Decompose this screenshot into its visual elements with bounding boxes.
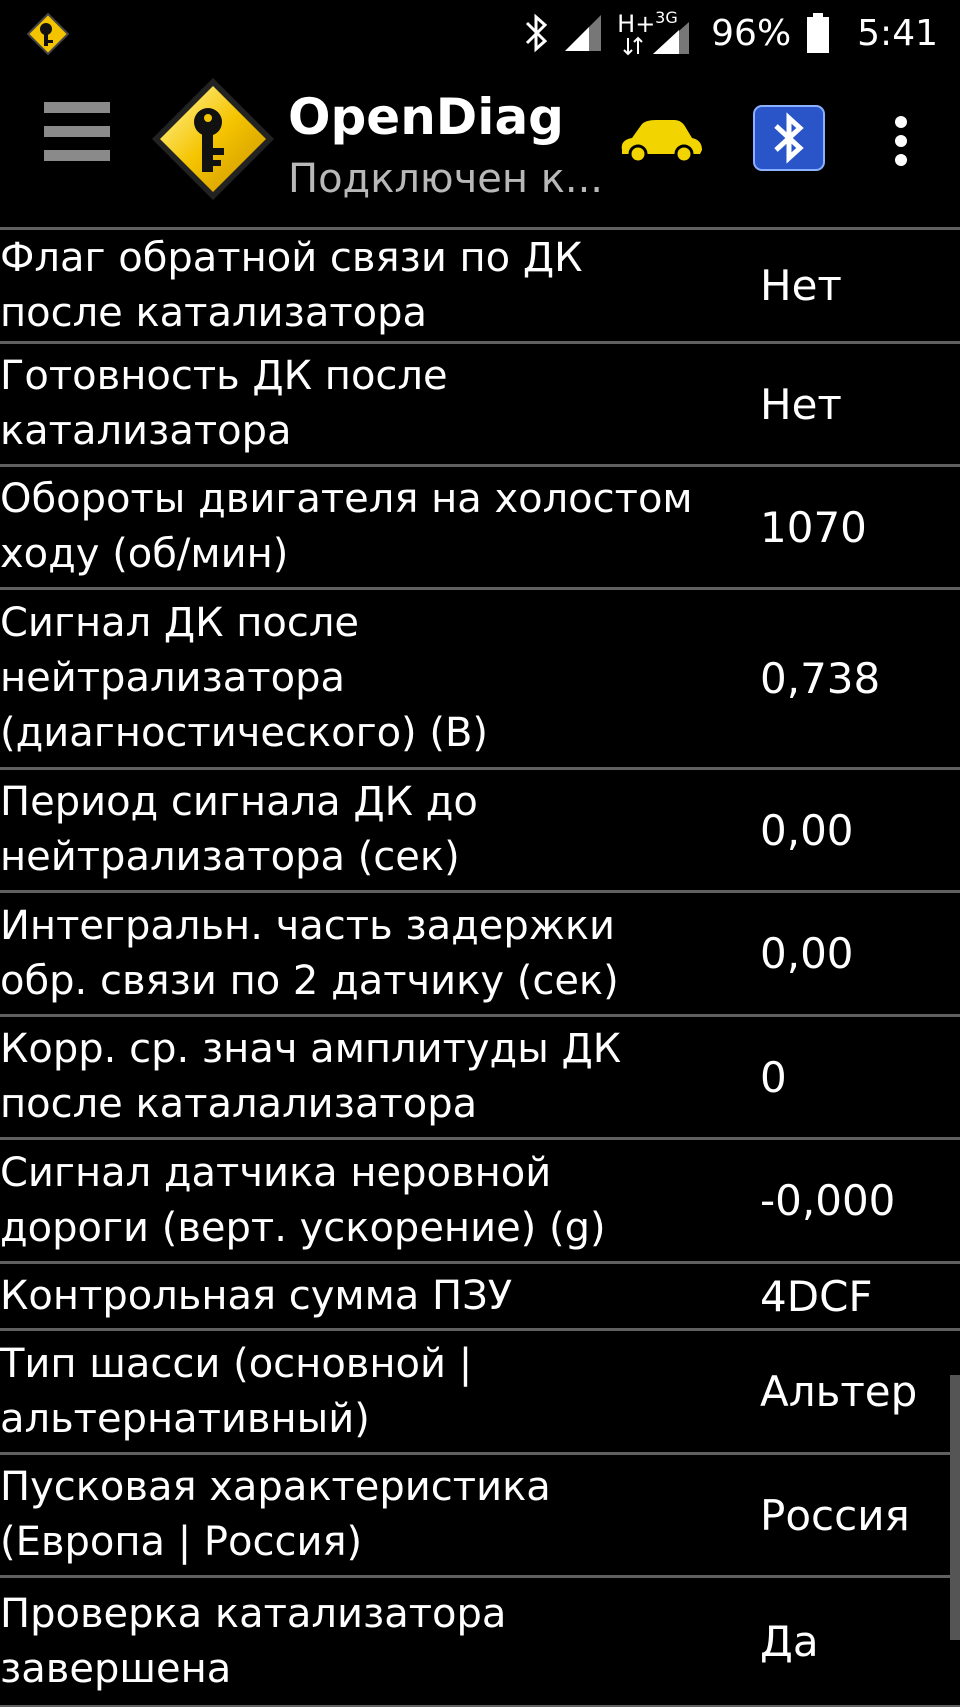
parameter-list[interactable]: Флаг обратной связи по ДК после катализа… xyxy=(0,224,960,1707)
bluetooth-icon xyxy=(526,13,548,53)
menu-icon[interactable] xyxy=(44,102,110,172)
connection-subtitle: Подключен к... xyxy=(288,156,604,202)
parameter-label: Сигнал датчика неровной дороги (верт. ус… xyxy=(0,1149,606,1251)
parameter-value: 1070 xyxy=(760,502,867,552)
parameter-label: Готовность ДК после катализатора xyxy=(0,353,448,454)
parameter-value: 0 xyxy=(760,1052,787,1102)
battery-icon xyxy=(807,13,830,53)
parameter-value: Россия xyxy=(760,1490,910,1540)
parameter-label: Период сигнала ДК до нейтрализатора (сек… xyxy=(0,779,478,880)
clock: 5:41 xyxy=(857,12,938,54)
mobile-data-indicator: H+ 3G xyxy=(617,8,697,58)
parameter-value: 0,00 xyxy=(760,805,854,855)
signal-icon-2 xyxy=(653,22,690,54)
parameter-value: Да xyxy=(760,1617,819,1666)
parameter-row[interactable]: Интегральн. часть задержки обр. связи по… xyxy=(0,893,960,1017)
parameter-label: Контрольная сумма ПЗУ xyxy=(0,1272,513,1319)
overflow-menu-icon[interactable] xyxy=(888,116,914,170)
parameter-row[interactable]: Готовность ДК после катализатора Нет xyxy=(0,344,960,467)
parameter-value: 0,738 xyxy=(760,654,881,703)
opendiag-logo-icon xyxy=(152,78,274,200)
network-type-label: H+ xyxy=(617,10,656,38)
parameter-row[interactable]: Сигнал датчика неровной дороги (верт. ус… xyxy=(0,1140,960,1264)
opendiag-notification-icon xyxy=(26,12,70,56)
status-icons: H+ 3G 96% 5:41 xyxy=(523,0,938,66)
parameter-row[interactable]: Корр. ср. знач амплитуды ДК после катала… xyxy=(0,1017,960,1140)
parameter-label: Сигнал ДК после нейтрализатора (диагност… xyxy=(0,600,489,756)
parameter-label: Корр. ср. знач амплитуды ДК после катала… xyxy=(0,1026,622,1127)
parameter-row[interactable]: Пусковая характеристика (Европа | Россия… xyxy=(0,1455,960,1578)
parameter-row[interactable]: Период сигнала ДК до нейтрализатора (сек… xyxy=(0,770,960,893)
action-bar: OpenDiag Подключен к... xyxy=(0,66,960,224)
parameter-row[interactable]: Флаг обратной связи по ДК после катализа… xyxy=(0,230,960,344)
parameter-value: -0,000 xyxy=(760,1176,896,1225)
parameter-value: 4DCF xyxy=(760,1271,873,1321)
parameter-label: Тип шасси (основной | альтернативный) xyxy=(0,1340,473,1442)
battery-percent: 96% xyxy=(711,12,792,54)
parameter-row[interactable]: Обороты двигателя на холостом ходу (об/м… xyxy=(0,467,960,590)
parameter-row[interactable]: Тип шасси (основной | альтернативный) Аль… xyxy=(0,1331,960,1455)
status-bar: H+ 3G 96% 5:41 xyxy=(0,0,960,66)
parameter-value: Альтер xyxy=(760,1367,918,1416)
elm327-bluetooth-icon[interactable] xyxy=(752,104,826,172)
parameter-row[interactable]: Проверка катализатора завершена Да xyxy=(0,1578,960,1707)
parameter-row[interactable]: Контрольная сумма ПЗУ 4DCF xyxy=(0,1264,960,1331)
signal-icon xyxy=(565,15,602,51)
parameter-label: Обороты двигателя на холостом ходу (об/м… xyxy=(0,476,693,577)
parameter-label: Пусковая характеристика (Европа | Россия… xyxy=(0,1464,551,1565)
app-title: OpenDiag xyxy=(288,88,564,146)
parameter-label: Интегральн. часть задержки обр. связи по… xyxy=(0,902,619,1004)
parameter-label: Проверка катализатора завершена xyxy=(0,1590,507,1692)
parameter-value: Нет xyxy=(760,379,842,429)
scrollbar-thumb[interactable] xyxy=(950,1375,960,1640)
parameter-row[interactable]: Сигнал ДК после нейтрализатора (диагност… xyxy=(0,590,960,770)
data-arrows-icon xyxy=(623,36,643,56)
parameter-label: Флаг обратной связи по ДК после катализа… xyxy=(0,234,583,336)
parameter-value: 0,00 xyxy=(760,929,854,978)
car-icon[interactable] xyxy=(616,116,704,166)
parameter-value: Нет xyxy=(760,261,842,310)
